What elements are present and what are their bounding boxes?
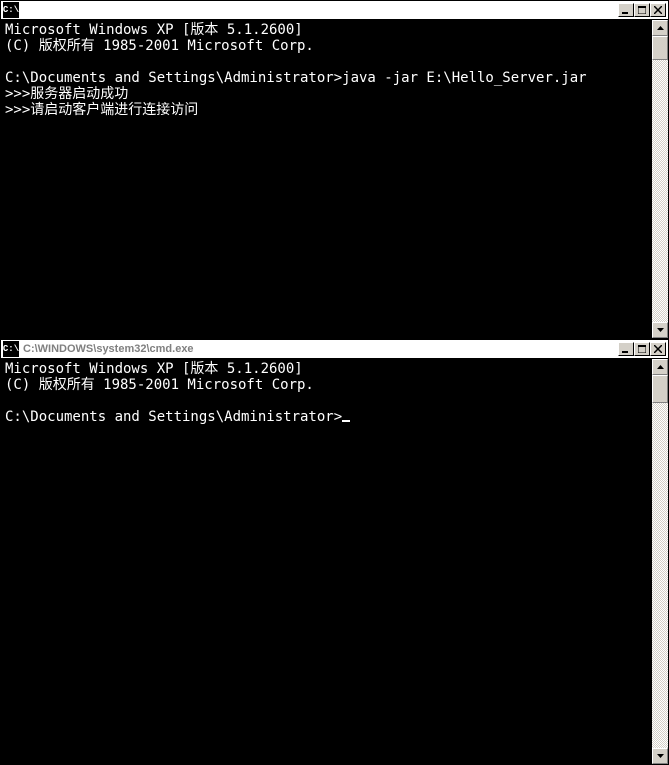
terminal-output[interactable]: Microsoft Windows XP [版本 5.1.2600] (C) 版…: [1, 359, 652, 764]
window-controls: [618, 342, 666, 356]
maximize-button[interactable]: [634, 3, 650, 17]
scroll-up-button[interactable]: [652, 359, 668, 375]
scroll-up-button[interactable]: [652, 20, 668, 36]
maximize-button[interactable]: [634, 342, 650, 356]
window-controls: [618, 3, 666, 17]
terminal-output[interactable]: Microsoft Windows XP [版本 5.1.2600] (C) 版…: [1, 20, 652, 338]
cmd-window-1: C:\ Microsoft Windows XP [版本 5.1.2600] (…: [0, 0, 669, 339]
scroll-down-button[interactable]: [652, 748, 668, 764]
scrollbar[interactable]: [652, 20, 668, 338]
close-button[interactable]: [650, 3, 666, 17]
scroll-thumb[interactable]: [652, 375, 668, 403]
close-button[interactable]: [650, 342, 666, 356]
window-title: C:\WINDOWS\system32\cmd.exe: [23, 343, 618, 355]
cursor: [342, 420, 350, 422]
scrollbar[interactable]: [652, 359, 668, 764]
minimize-button[interactable]: [618, 3, 634, 17]
scroll-thumb[interactable]: [652, 36, 668, 60]
cmd-window-2: C:\ C:\WINDOWS\system32\cmd.exe Microsof…: [0, 339, 669, 765]
titlebar[interactable]: C:\: [1, 1, 668, 20]
scroll-down-button[interactable]: [652, 322, 668, 338]
scroll-track[interactable]: [652, 60, 668, 322]
cmd-icon: C:\: [3, 2, 19, 18]
minimize-button[interactable]: [618, 342, 634, 356]
titlebar[interactable]: C:\ C:\WINDOWS\system32\cmd.exe: [1, 340, 668, 359]
cmd-icon: C:\: [3, 341, 19, 357]
scroll-track[interactable]: [652, 403, 668, 748]
